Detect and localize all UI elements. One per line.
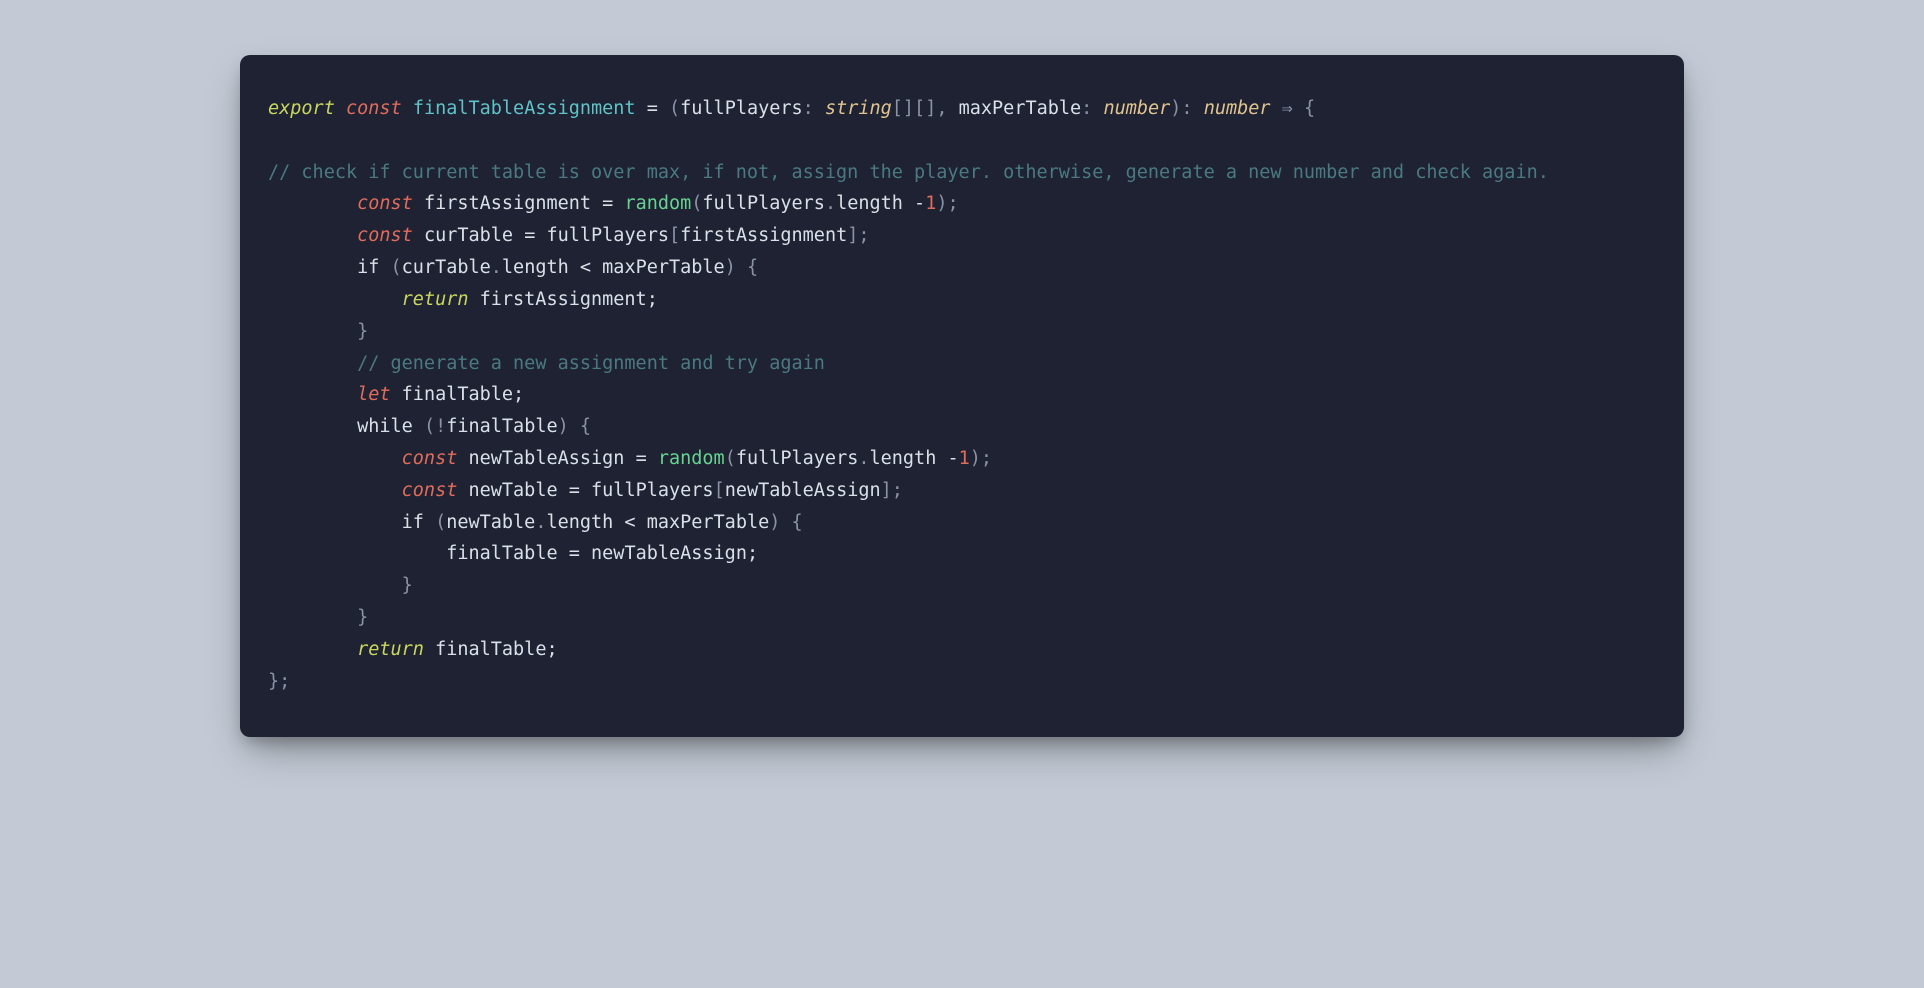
object-name: fullPlayers — [591, 480, 714, 501]
keyword-if: if — [402, 512, 424, 533]
punct-colon: : — [1081, 98, 1103, 119]
operator-minus: - — [903, 193, 925, 214]
operator-eq: = — [569, 480, 591, 501]
code-content: export const finalTableAssignment = (ful… — [268, 98, 1549, 692]
punct-close: ]; — [847, 225, 869, 246]
keyword-export: export — [268, 98, 335, 119]
var-name: curTable — [413, 225, 524, 246]
code-text: = — [636, 98, 669, 119]
return-value: finalTable; — [424, 639, 558, 660]
punct-open: ( — [691, 193, 702, 214]
punct-dot: . — [491, 257, 502, 278]
operator-minus: - — [936, 448, 958, 469]
function-name: finalTableAssignment — [413, 98, 636, 119]
type-name: string — [825, 98, 892, 119]
var-name: finalTable — [446, 416, 557, 437]
index-var: newTableAssign — [725, 480, 881, 501]
return-type: number — [1204, 98, 1271, 119]
var-name: maxPerTable — [602, 257, 725, 278]
object-name: curTable — [402, 257, 491, 278]
param-name: maxPerTable — [959, 98, 1082, 119]
function-call: random — [658, 448, 725, 469]
code-snippet-card: export const finalTableAssignment = (ful… — [240, 55, 1684, 737]
punct-close: ) — [1170, 98, 1181, 119]
comment-line: // check if current table is over max, i… — [268, 162, 1549, 183]
punct-close: ) { — [558, 416, 591, 437]
punct-comma: , — [936, 98, 958, 119]
punct-close: ); — [970, 448, 992, 469]
punct-brace: { — [1304, 98, 1315, 119]
operator-eq: = — [569, 543, 591, 564]
var-name: newTableAssign; — [591, 543, 758, 564]
var-name: finalTable — [446, 543, 569, 564]
type-name: number — [1103, 98, 1170, 119]
punct-open: ( — [424, 512, 446, 533]
property-name: length — [546, 512, 613, 533]
property-name: length — [870, 448, 937, 469]
keyword-const: const — [346, 98, 402, 119]
var-name: firstAssignment — [413, 193, 602, 214]
number-literal: 1 — [959, 448, 970, 469]
punct-colon: : — [1181, 98, 1203, 119]
keyword-if: if — [357, 257, 379, 278]
object-name: newTable — [446, 512, 535, 533]
punct-close: ); — [936, 193, 958, 214]
punct-open: ( — [379, 257, 401, 278]
punct-brackets: [][] — [892, 98, 937, 119]
var-name: finalTable; — [391, 384, 525, 405]
punct-brace: } — [357, 607, 368, 628]
number-literal: 1 — [925, 193, 936, 214]
code-block[interactable]: export const finalTableAssignment = (ful… — [268, 93, 1656, 697]
keyword-while: while — [357, 416, 413, 437]
index-var: firstAssignment — [680, 225, 847, 246]
property-name: length — [502, 257, 569, 278]
punct-dot: . — [858, 448, 869, 469]
punct-dot: . — [825, 193, 836, 214]
operator-lt: < — [569, 257, 602, 278]
var-name: newTable — [457, 480, 568, 501]
param-name: fullPlayers — [680, 98, 803, 119]
var-name: newTableAssign — [457, 448, 635, 469]
keyword-const: const — [402, 448, 458, 469]
punct-brace: }; — [268, 671, 290, 692]
object-name: fullPlayers — [546, 225, 669, 246]
comment-line: // generate a new assignment and try aga… — [357, 353, 825, 374]
keyword-const: const — [357, 193, 413, 214]
operator-eq: = — [636, 448, 658, 469]
object-name: fullPlayers — [736, 448, 859, 469]
punct-colon: : — [803, 98, 825, 119]
punct-close: ) { — [769, 512, 802, 533]
punct-close: ]; — [881, 480, 903, 501]
keyword-return: return — [357, 639, 424, 660]
punct-close: ) { — [725, 257, 758, 278]
keyword-let: let — [357, 384, 390, 405]
punct-open: ( — [725, 448, 736, 469]
keyword-return: return — [402, 289, 469, 310]
property-name: length — [836, 193, 903, 214]
punct-dot: . — [535, 512, 546, 533]
return-value: firstAssignment; — [468, 289, 657, 310]
operator-eq: = — [524, 225, 546, 246]
arrow-icon: ⇒ — [1271, 98, 1304, 119]
punct-brace: } — [357, 321, 368, 342]
operator-lt: < — [613, 512, 646, 533]
operator-eq: = — [602, 193, 624, 214]
punct-open: (! — [413, 416, 446, 437]
punct-brace: } — [402, 575, 413, 596]
keyword-const: const — [402, 480, 458, 501]
keyword-const: const — [357, 225, 413, 246]
object-name: fullPlayers — [702, 193, 825, 214]
punct-bracket: [ — [669, 225, 680, 246]
punct-open: ( — [669, 98, 680, 119]
function-call: random — [624, 193, 691, 214]
var-name: maxPerTable — [647, 512, 770, 533]
punct-bracket: [ — [714, 480, 725, 501]
